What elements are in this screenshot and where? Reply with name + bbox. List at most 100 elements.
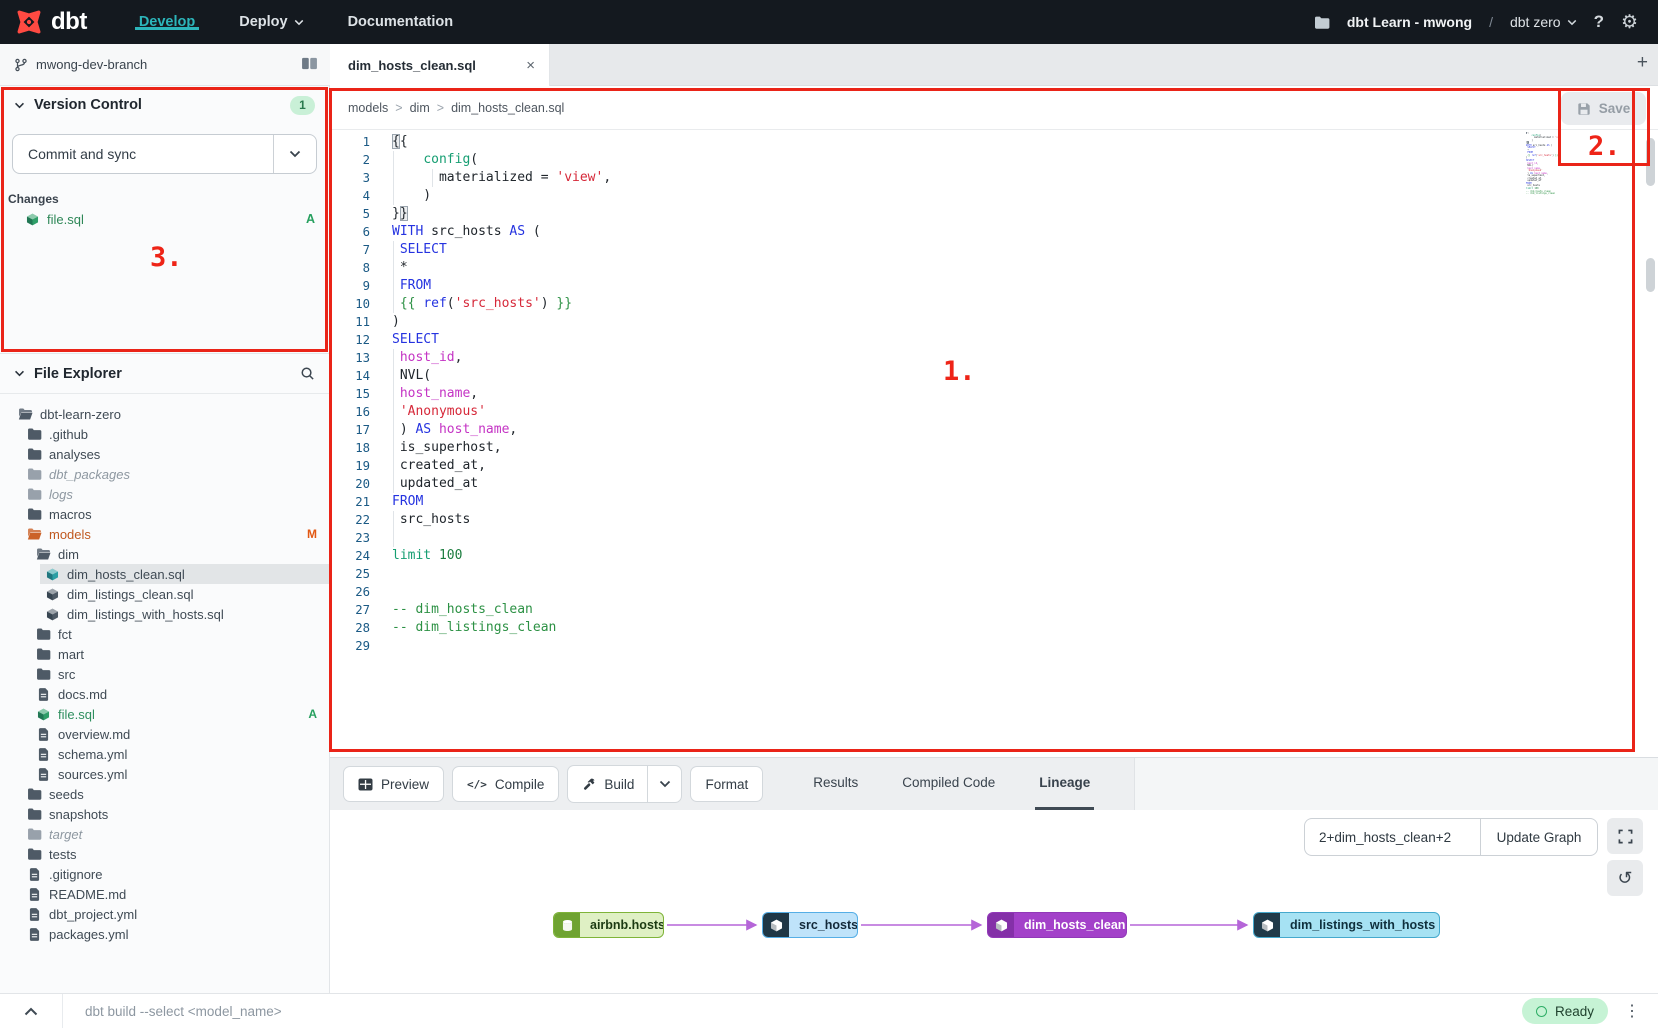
expand-panel-button[interactable]	[0, 994, 63, 1028]
code-line-9[interactable]: 9 FROM	[330, 277, 1658, 295]
code-line-29[interactable]: 29	[330, 637, 1658, 655]
tree-item-packages-yml[interactable]: packages.yml	[0, 924, 329, 944]
lineage-node-dim-listings-with-hosts[interactable]: dim_listings_with_hosts	[1253, 912, 1440, 938]
code-line-14[interactable]: 14 NVL(	[330, 367, 1658, 385]
nav-item-deploy[interactable]: Deploy	[235, 14, 307, 30]
code-line-20[interactable]: 20 updated_at	[330, 475, 1658, 493]
dbt-logo[interactable]: dbt	[14, 7, 87, 37]
code-line-17[interactable]: 17 ) AS host_name,	[330, 421, 1658, 439]
help-icon[interactable]: ?	[1594, 12, 1604, 32]
code-line-13[interactable]: 13 host_id,	[330, 349, 1658, 367]
file-explorer-header[interactable]: File Explorer	[0, 354, 329, 394]
tree-item-macros[interactable]: macros	[0, 504, 329, 524]
code-line-4[interactable]: 4 )	[330, 187, 1658, 205]
reset-view-button[interactable]: ↺	[1607, 860, 1643, 896]
tree-item-mart[interactable]: mart	[0, 644, 329, 664]
tree-item-fct[interactable]: fct	[0, 624, 329, 644]
build-split-button[interactable]: Build	[567, 765, 682, 803]
tree-item-seeds[interactable]: seeds	[0, 784, 329, 804]
lineage-selector-input[interactable]	[1304, 818, 1480, 856]
code-line-8[interactable]: 8 *	[330, 259, 1658, 277]
code-line-24[interactable]: 24limit 100	[330, 547, 1658, 565]
tab-results[interactable]: Results	[809, 758, 862, 810]
save-button[interactable]: Save	[1561, 92, 1646, 125]
code-line-11[interactable]: 11)	[330, 313, 1658, 331]
code-line-22[interactable]: 22 src_hosts	[330, 511, 1658, 529]
tab-compiled-code[interactable]: Compiled Code	[898, 758, 999, 810]
breadcrumb-item[interactable]: dim	[410, 101, 430, 115]
lineage-node-src-hosts[interactable]: src_hosts	[762, 912, 858, 938]
code-line-16[interactable]: 16 'Anonymous'	[330, 403, 1658, 421]
build-button[interactable]: Build	[568, 766, 647, 802]
code-line-23[interactable]: 23	[330, 529, 1658, 547]
command-input[interactable]	[63, 993, 1522, 1028]
tree-item-dim-listings-with-hosts-sql[interactable]: dim_listings_with_hosts.sql	[0, 604, 329, 624]
preview-button[interactable]: Preview	[343, 766, 444, 802]
tree-item-src[interactable]: src	[0, 664, 329, 684]
code-line-28[interactable]: 28-- dim_listings_clean	[330, 619, 1658, 637]
changed-file-row[interactable]: file.sql A	[0, 208, 329, 230]
code-line-5[interactable]: 5}}	[330, 205, 1658, 223]
tree-item-dim-listings-clean-sql[interactable]: dim_listings_clean.sql	[0, 584, 329, 604]
nav-item-develop[interactable]: Develop	[135, 14, 199, 30]
minimap[interactable]: {{ config( materialized = 'view', )}}WIT…	[1526, 132, 1560, 196]
code-line-27[interactable]: 27-- dim_hosts_clean	[330, 601, 1658, 619]
search-icon[interactable]	[300, 366, 315, 381]
format-button[interactable]: Format	[690, 766, 763, 802]
version-control-header[interactable]: Version Control 1	[0, 86, 329, 124]
account-name[interactable]: dbt Learn - mwong	[1347, 14, 1472, 30]
tree-item-dbt-project-yml[interactable]: dbt_project.yml	[0, 904, 329, 924]
code-line-19[interactable]: 19 created_at,	[330, 457, 1658, 475]
branch-name[interactable]: mwong-dev-branch	[36, 57, 147, 72]
tree-item-analyses[interactable]: analyses	[0, 444, 329, 464]
code-line-10[interactable]: 10 {{ ref('src_hosts') }}	[330, 295, 1658, 313]
tree-item-target[interactable]: target	[0, 824, 329, 844]
commit-and-sync-button[interactable]: Commit and sync	[12, 134, 317, 174]
breadcrumb-item[interactable]: models	[348, 101, 388, 115]
code-line-3[interactable]: 3 materialized = 'view',	[330, 169, 1658, 187]
compile-button[interactable]: </> Compile	[452, 766, 559, 802]
tree-item-sources-yml[interactable]: sources.yml	[0, 764, 329, 784]
code-line-15[interactable]: 15 host_name,	[330, 385, 1658, 403]
code-line-25[interactable]: 25	[330, 565, 1658, 583]
tree-item-docs-md[interactable]: docs.md	[0, 684, 329, 704]
code-line-26[interactable]: 26	[330, 583, 1658, 601]
kebab-menu-icon[interactable]: ⋮	[1624, 1001, 1640, 1021]
tab-dim-hosts-clean[interactable]: dim_hosts_clean.sql ×	[330, 44, 550, 86]
fullscreen-button[interactable]	[1607, 818, 1643, 854]
tree-item--gitignore[interactable]: .gitignore	[0, 864, 329, 884]
new-tab-plus-icon[interactable]: +	[1637, 52, 1648, 74]
tree-item-readme-md[interactable]: README.md	[0, 884, 329, 904]
tree-item-overview-md[interactable]: overview.md	[0, 724, 329, 744]
tree-item-tests[interactable]: tests	[0, 844, 329, 864]
split-view-icon[interactable]	[301, 57, 318, 70]
tree-item-dbt-packages[interactable]: dbt_packages	[0, 464, 329, 484]
tree-item-dim[interactable]: dim	[0, 544, 329, 564]
gear-icon[interactable]: ⚙	[1621, 13, 1638, 32]
project-selector[interactable]: dbt zero	[1510, 14, 1577, 30]
code-line-1[interactable]: 1{{	[330, 133, 1658, 151]
commit-options-caret[interactable]	[273, 135, 316, 173]
tree-item-models[interactable]: modelsM	[0, 524, 329, 544]
nav-item-documentation[interactable]: Documentation	[344, 14, 458, 30]
breadcrumb-item[interactable]: dim_hosts_clean.sql	[451, 101, 564, 115]
tree-item-snapshots[interactable]: snapshots	[0, 804, 329, 824]
code-editor[interactable]: 1{{2 config(3 materialized = 'view',4 )5…	[330, 130, 1658, 757]
code-line-12[interactable]: 12SELECT	[330, 331, 1658, 349]
tree-item-logs[interactable]: logs	[0, 484, 329, 504]
code-line-2[interactable]: 2 config(	[330, 151, 1658, 169]
code-line-21[interactable]: 21FROM	[330, 493, 1658, 511]
tree-item-dbt-learn-zero[interactable]: dbt-learn-zero	[0, 404, 329, 424]
code-line-7[interactable]: 7 SELECT	[330, 241, 1658, 259]
code-line-6[interactable]: 6WITH src_hosts AS (	[330, 223, 1658, 241]
tree-item-file-sql[interactable]: file.sqlA	[0, 704, 329, 724]
tree-item-schema-yml[interactable]: schema.yml	[0, 744, 329, 764]
lineage-node-dim-hosts-clean[interactable]: dim_hosts_clean	[987, 912, 1127, 938]
close-icon[interactable]: ×	[526, 57, 535, 74]
build-options-caret[interactable]	[647, 766, 681, 802]
code-line-18[interactable]: 18 is_superhost,	[330, 439, 1658, 457]
tree-item--github[interactable]: .github	[0, 424, 329, 444]
tree-item-dim-hosts-clean-sql[interactable]: dim_hosts_clean.sql	[0, 564, 329, 584]
update-graph-button[interactable]: Update Graph	[1480, 818, 1598, 856]
lineage-node-airbnb-hosts[interactable]: airbnb.hosts	[553, 912, 664, 938]
